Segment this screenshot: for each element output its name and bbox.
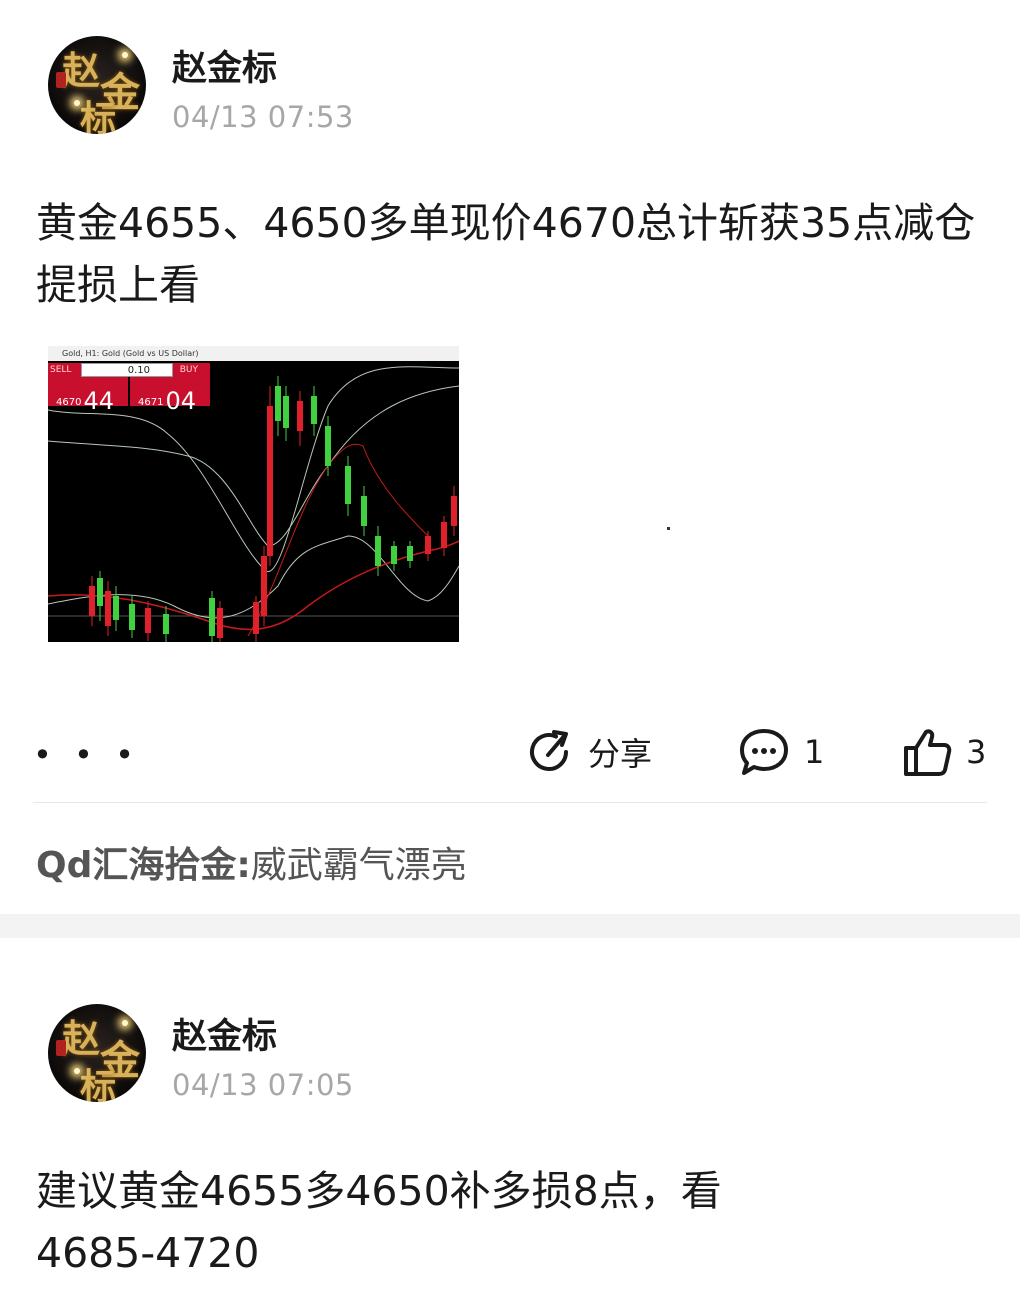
sparkle-icon: [74, 1068, 80, 1074]
avatar[interactable]: 赵 金 标: [48, 1004, 146, 1102]
sparkle-icon: [74, 100, 80, 106]
avatar-char: 标: [80, 98, 117, 134]
comment-text: 威武霸气漂亮: [250, 845, 467, 886]
comment-author[interactable]: Qd汇海拾金: [36, 845, 236, 886]
chart-window-title: Gold, H1: Gold (Gold vs US Dollar): [48, 346, 459, 361]
share-button[interactable]: 分享: [524, 724, 652, 780]
post-content: 建议黄金4655多4650补多损8点，看4685-4720: [36, 1167, 722, 1277]
buy-label: BUY: [179, 365, 198, 375]
post-time: 04/13 07:53: [172, 100, 354, 134]
like-button[interactable]: 3: [902, 724, 986, 780]
avatar-char: 标: [80, 1066, 117, 1102]
comment-item[interactable]: Qd汇海拾金:威武霸气漂亮: [36, 836, 467, 888]
comment-button[interactable]: 1: [738, 724, 824, 780]
post-time: 04/13 07:05: [172, 1068, 354, 1102]
buy-price: 467104: [138, 387, 196, 415]
comment-count: 1: [804, 733, 825, 771]
post-content: 黄金4655、4650多单现价4670总计斩获35点减仓提损上看: [36, 199, 976, 309]
share-icon: [530, 730, 568, 771]
lot-size-field: 0.10: [81, 363, 173, 377]
avatar[interactable]: 赵 金 标: [48, 36, 146, 134]
like-count: 3: [966, 733, 987, 771]
share-label: 分享: [588, 735, 653, 773]
more-button[interactable]: • • •: [33, 736, 140, 774]
seal-icon: [56, 72, 66, 88]
author-name[interactable]: 赵金标: [172, 40, 277, 91]
chart-screenshot-image[interactable]: Gold, H1: Gold (Gold vs US Dollar) SELL …: [48, 346, 459, 642]
seal-icon: [56, 1040, 66, 1056]
thumbs-up-icon: [904, 729, 952, 776]
sparkle-icon: [122, 1020, 128, 1026]
post-separator: [0, 914, 1020, 938]
sell-price: 467044: [56, 387, 114, 415]
divider: [33, 802, 987, 803]
stray-dot: [667, 527, 670, 530]
sell-label: SELL: [50, 365, 72, 375]
sparkle-icon: [122, 52, 128, 58]
avatar-char: 赵: [62, 48, 101, 93]
avatar-char: 赵: [62, 1016, 101, 1061]
comment-icon: [740, 729, 788, 775]
author-name[interactable]: 赵金标: [172, 1008, 277, 1059]
